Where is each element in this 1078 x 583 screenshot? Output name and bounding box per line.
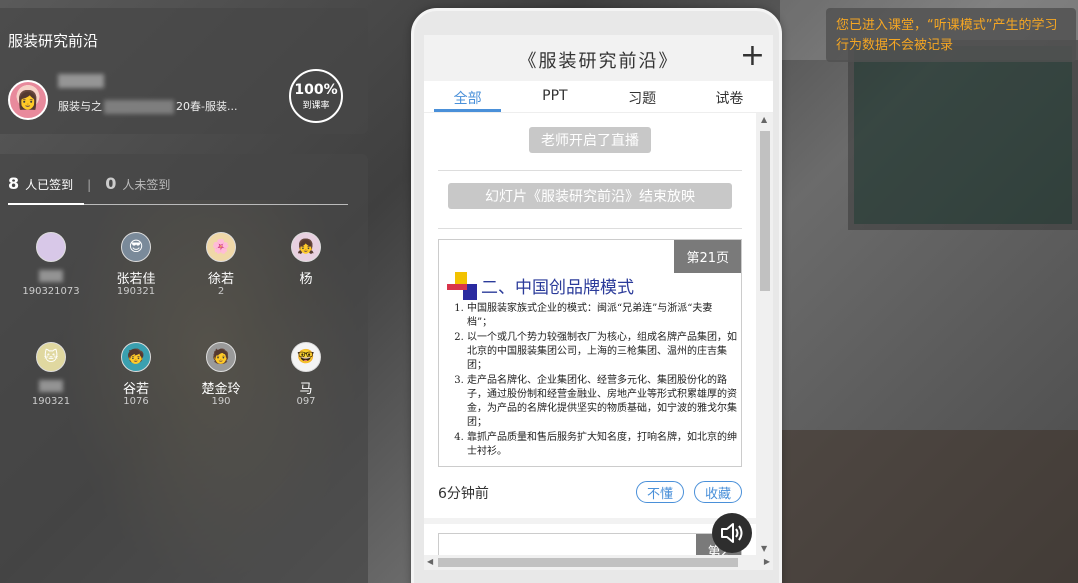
attendance-rate-label: 到课率 (302, 100, 330, 111)
feed-divider (438, 170, 742, 171)
student-name: 张若佳 (116, 272, 156, 287)
background-desks (780, 430, 1078, 583)
scroll-right-icon[interactable]: ▶ (764, 557, 770, 566)
favorite-button[interactable]: 收藏 (693, 481, 742, 503)
dont-understand-button[interactable]: 不懂 (635, 481, 684, 503)
page-badge: 第21页 (674, 240, 741, 273)
student-id: 2 (217, 286, 225, 297)
student-card: 190321073 (11, 232, 91, 297)
slide-nav: ‹ › (414, 576, 779, 583)
tab-exercises[interactable]: 习题 (599, 81, 686, 112)
student-name: 马 (299, 382, 313, 397)
student-id: 190321 (116, 286, 156, 297)
student-name: 谷若 (122, 382, 149, 397)
tab-ppt[interactable]: PPT (511, 81, 598, 112)
course-title: 服装研究前沿 (8, 32, 99, 50)
phone-frame: 《服装研究前沿》 + 全部 PPT 习题 试卷 老师开启了直播 幻灯片《服装研究… (411, 8, 782, 583)
attendance-summary: 8 人已签到 | 0 人未签到 (8, 174, 170, 193)
teacher-name-redacted (58, 74, 104, 88)
student-avatar (36, 232, 66, 262)
student-avatar: 🧑 (206, 342, 236, 372)
student-card: 🌸 徐若 2 (181, 232, 261, 297)
student-id: 190321073 (22, 286, 80, 297)
attendance-rate-value: 100% (294, 81, 338, 98)
slide-item: 走产品名牌化、企业集团化、经营多元化、集团股份化的路子，通过股份制和经营金融业、… (467, 374, 737, 430)
signed-count: 8 (8, 174, 20, 193)
vertical-scroll-thumb[interactable] (760, 131, 770, 291)
student-avatar: 🐱 (36, 342, 66, 372)
student-card: 🧒 谷若 1076 (96, 342, 176, 407)
live-notice-row: 老师开启了直播 (424, 127, 756, 153)
live-notice: 老师开启了直播 (529, 127, 651, 153)
slide-item: 以一个或几个势力较强制衣厂为核心，组成名牌产品集团，如北京的中国服装集团公司，上… (467, 331, 737, 373)
listen-mode-notice: 您已进入课堂，“听课模式”产生的学习行为数据不会被记录 (826, 8, 1076, 62)
course-meta: 服装与之 20春-服装... (58, 98, 237, 114)
unsigned-count: 0 (105, 174, 117, 193)
student-card: 🧑 楚金玲 190 (181, 342, 261, 407)
horizontal-scroll-thumb[interactable] (438, 558, 738, 567)
student-avatar: 😎 (121, 232, 151, 262)
student-card: 🤓 马 097 (266, 342, 346, 407)
attendance-panel: 8 人已签到 | 0 人未签到 190321073 😎 张若佳 190321 🌸… (0, 154, 368, 583)
student-id: 097 (296, 396, 316, 407)
tab-bar: 全部 PPT 习题 试卷 (424, 81, 773, 113)
attendance-rate-ring: 100% 到课率 (289, 69, 343, 123)
scroll-down-icon[interactable]: ▼ (761, 544, 767, 553)
student-name: 徐若 (207, 272, 234, 287)
student-name: 楚金玲 (201, 382, 241, 397)
student-avatar: 🧒 (121, 342, 151, 372)
prev-arrow-icon[interactable]: ‹ (554, 576, 563, 583)
student-name: 杨 (299, 272, 313, 287)
student-card: 😎 张若佳 190321 (96, 232, 176, 297)
slide-actions-row: 6分钟前 不懂 收藏 (438, 481, 742, 505)
app-header: 《服装研究前沿》 + (424, 35, 773, 81)
horizontal-scrollbar[interactable]: ◀ ▶ (424, 555, 773, 570)
slide-card[interactable]: 第2 (438, 533, 742, 555)
signed-label[interactable]: 人已签到 (25, 176, 73, 193)
next-arrow-icon[interactable]: › (630, 576, 639, 583)
student-avatar: 🤓 (291, 342, 321, 372)
student-name-redacted (39, 379, 63, 392)
course-info-panel: 服装研究前沿 👩 服装与之 20春-服装... 100% 到课率 (0, 8, 368, 134)
scroll-up-icon[interactable]: ▲ (761, 115, 767, 124)
student-avatar: 👧 (291, 232, 321, 262)
slide-item: 靠抓产品质量和售后服务扩大知名度，打响名牌，如北京的绅士衬衫。 (467, 431, 737, 459)
student-name-redacted (39, 269, 63, 282)
tab-all[interactable]: 全部 (424, 81, 511, 112)
feed-divider (424, 518, 756, 524)
speaker-icon[interactable] (712, 513, 752, 553)
attendance-active-underline (8, 203, 84, 205)
slide-item: 中国服装家族式企业的模式：闽派“兄弟连”与浙派“夫妻档”； (467, 302, 737, 330)
scroll-left-icon[interactable]: ◀ (427, 557, 433, 566)
course-meta-redacted (104, 100, 174, 114)
plus-icon[interactable]: + (740, 41, 765, 71)
app-title: 《服装研究前沿》 (518, 51, 679, 72)
student-id: 190 (211, 396, 231, 407)
student-card: 👧 杨 (266, 232, 346, 287)
content-feed[interactable]: 老师开启了直播 幻灯片《服装研究前沿》结束放映 第21页 二、中国创品牌模式 中… (424, 113, 756, 555)
course-meta-prefix: 服装与之 (58, 100, 102, 113)
slide-heading: 二、中国创品牌模式 (481, 278, 634, 298)
slideshow-end-notice: 幻灯片《服装研究前沿》结束放映 (448, 183, 732, 209)
phone-screen: 《服装研究前沿》 + 全部 PPT 习题 试卷 老师开启了直播 幻灯片《服装研究… (424, 35, 773, 570)
background-blackboard (848, 40, 1078, 230)
course-meta-suffix: 20春-服装... (176, 100, 238, 113)
slide-card[interactable]: 第21页 二、中国创品牌模式 中国服装家族式企业的模式：闽派“兄弟连”与浙派“夫… (438, 239, 742, 467)
feed-divider (438, 228, 742, 229)
slide-body: 中国服装家族式企业的模式：闽派“兄弟连”与浙派“夫妻档”； 以一个或几个势力较强… (451, 302, 737, 460)
vertical-scrollbar[interactable]: ▲ ▼ (756, 113, 773, 555)
student-name (11, 378, 91, 394)
student-card: 🐱 190321 (11, 342, 91, 407)
student-avatar: 🌸 (206, 232, 236, 262)
student-name (11, 268, 91, 284)
student-id: 190321 (31, 396, 71, 407)
tab-exams[interactable]: 试卷 (686, 81, 773, 112)
student-id: 1076 (123, 396, 149, 407)
unsigned-label[interactable]: 人未签到 (122, 176, 170, 193)
summary-separator: | (87, 178, 92, 192)
teacher-avatar: 👩 (8, 80, 48, 120)
time-ago: 6分钟前 (438, 486, 489, 502)
